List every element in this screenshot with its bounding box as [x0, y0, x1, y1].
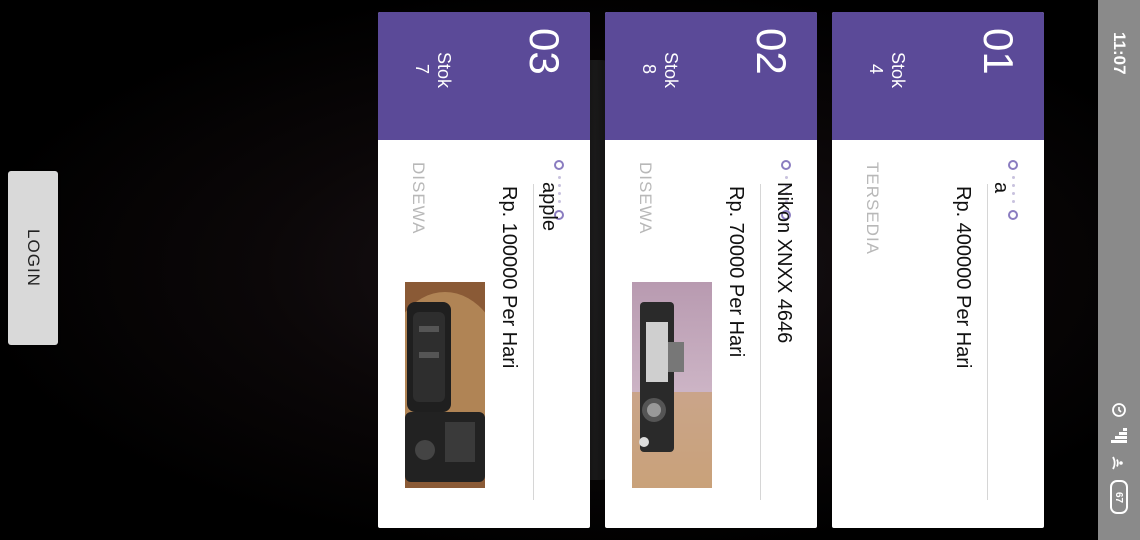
card-item-02[interactable]: 02 Stok 8 Nikon XNXX 4646 Rp. 70000 Per …	[605, 12, 817, 528]
card-number: 01	[975, 28, 1022, 75]
item-status: DISEWA	[409, 162, 428, 235]
item-photo	[632, 282, 712, 488]
wifi-icon	[1108, 452, 1130, 474]
divider	[533, 184, 534, 500]
item-status: DISEWA	[636, 162, 655, 235]
card-number: 03	[521, 28, 568, 75]
stok-value: 8	[639, 64, 659, 75]
card-item-03[interactable]: 03 Stok 7 apple Rp. 100000 Per Hari DISE…	[378, 12, 590, 528]
stok-label: Stok	[434, 52, 454, 89]
status-time: 11:07	[1110, 32, 1129, 75]
stok-label: Stok	[661, 52, 681, 89]
item-price: Rp. 70000 Per Hari	[725, 186, 747, 358]
alarm-icon	[1108, 398, 1130, 420]
stok-value: 4	[866, 64, 886, 75]
item-price: Rp. 400000 Per Hari	[952, 186, 974, 369]
item-status: TERSEDIA	[863, 162, 882, 256]
stok-value: 7	[412, 64, 432, 75]
card-number: 02	[748, 28, 795, 75]
signal-icon	[1108, 424, 1130, 446]
item-name: apple	[538, 182, 560, 231]
battery-level: 67	[1113, 491, 1125, 503]
login-button[interactable]: LOGIN	[8, 171, 58, 345]
item-price: Rp. 100000 Per Hari	[498, 186, 520, 369]
app-screen: 11:07 67 01 Stok 4 a Rp. 400000 Per Hari…	[0, 0, 1140, 540]
item-name: Nikon XNXX 4646	[773, 182, 795, 344]
divider	[760, 184, 761, 500]
item-photo	[405, 282, 485, 488]
divider	[987, 184, 988, 500]
item-name: a	[990, 182, 1012, 194]
login-button-label: LOGIN	[24, 229, 43, 287]
card-item-01[interactable]: 01 Stok 4 a Rp. 400000 Per Hari TERSEDIA	[832, 12, 1044, 528]
stok-label: Stok	[888, 52, 908, 89]
battery-icon: 67	[1110, 480, 1128, 514]
